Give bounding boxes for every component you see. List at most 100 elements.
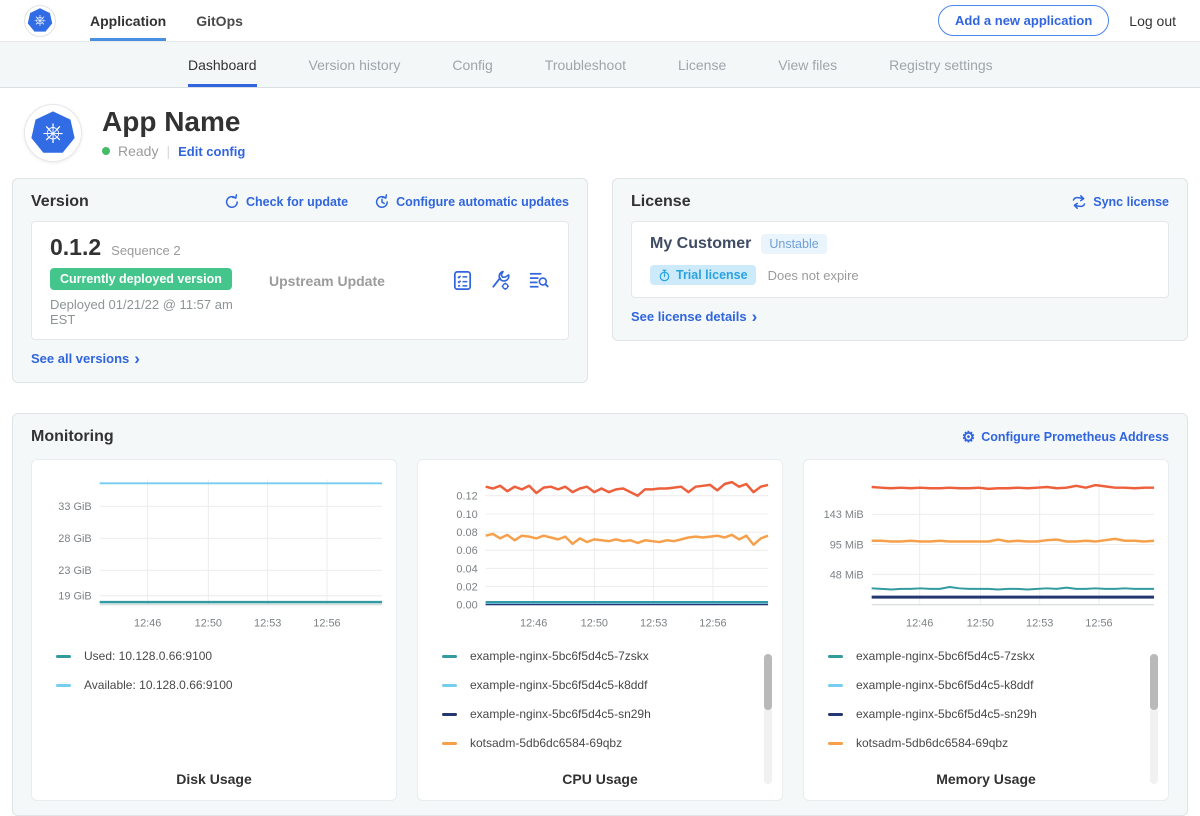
legend-item: kotsadm-5db6dc6584-69qbz <box>828 737 1160 749</box>
svg-text:23 GiB: 23 GiB <box>58 565 91 577</box>
tab-application[interactable]: Application <box>90 0 166 41</box>
config-wrench-icon[interactable] <box>489 269 512 292</box>
svg-text:12:53: 12:53 <box>1026 618 1053 630</box>
legend-swatch <box>442 713 457 716</box>
chevron-right-icon: › <box>134 352 140 366</box>
top-nav: ⎈ Application GitOps Add a new applicati… <box>0 0 1200 42</box>
disk-usage-chart-card: 12:4612:5012:5312:5619 GiB23 GiB28 GiB33… <box>31 459 397 801</box>
legend-item: example-nginx-5bc6f5d4c5-sn29h <box>828 708 1160 720</box>
tab-config[interactable]: Config <box>452 42 492 87</box>
tab-license[interactable]: License <box>678 42 726 87</box>
app-avatar: ⎈ <box>24 104 82 162</box>
kubernetes-helm-icon: ⎈ <box>27 8 53 34</box>
license-card: License Sync license My Customer Unstabl… <box>612 178 1188 341</box>
license-type-badge: Trial license <box>650 265 756 285</box>
svg-text:12:56: 12:56 <box>313 618 340 630</box>
tab-troubleshoot[interactable]: Troubleshoot <box>545 42 626 87</box>
svg-text:0.10: 0.10 <box>456 509 477 521</box>
check-for-update-link[interactable]: Check for update <box>224 194 348 210</box>
logout-button[interactable]: Log out <box>1129 13 1176 29</box>
svg-text:0.04: 0.04 <box>456 563 477 575</box>
divider: | <box>166 143 170 159</box>
disk-usage-legend: Used: 10.128.0.66:9100 Available: 10.128… <box>56 650 388 691</box>
svg-text:48 MiB: 48 MiB <box>830 569 864 581</box>
gear-icon: ⚙ <box>962 430 975 445</box>
legend-swatch <box>56 655 71 658</box>
legend-item: example-nginx-5bc6f5d4c5-7zskx <box>442 650 774 662</box>
legend-item: kotsadm-5db6dc6584-69qbz <box>442 737 774 749</box>
disk-usage-chart: 12:4612:5012:5312:5619 GiB23 GiB28 GiB33… <box>40 470 388 640</box>
monitoring-title: Monitoring <box>31 428 936 446</box>
topnav-tabs: Application GitOps <box>90 0 243 41</box>
version-card: Version Check for update Configure autom… <box>12 178 588 383</box>
stopwatch-icon <box>658 269 671 282</box>
kubernetes-helm-icon: ⎈ <box>30 110 76 156</box>
svg-text:12:46: 12:46 <box>520 618 547 630</box>
tab-gitops[interactable]: GitOps <box>196 0 243 41</box>
cpu-usage-legend: example-nginx-5bc6f5d4c5-7zskx example-n… <box>442 650 774 749</box>
svg-text:12:46: 12:46 <box>134 618 161 630</box>
monitoring-section: Monitoring ⚙ Configure Prometheus Addres… <box>12 413 1188 816</box>
svg-text:12:46: 12:46 <box>906 618 933 630</box>
add-application-button[interactable]: Add a new application <box>938 5 1109 36</box>
tab-view-files[interactable]: View files <box>778 42 837 87</box>
refresh-icon <box>224 194 240 210</box>
see-all-versions-link[interactable]: See all versions › <box>31 351 140 366</box>
tab-version-history[interactable]: Version history <box>309 42 401 87</box>
legend-swatch <box>828 742 843 745</box>
svg-text:95 MiB: 95 MiB <box>830 540 864 552</box>
legend-item: example-nginx-5bc6f5d4c5-sn29h <box>442 708 774 720</box>
edit-config-link[interactable]: Edit config <box>178 144 245 159</box>
app-subnav: Dashboard Version history Config Trouble… <box>0 42 1200 88</box>
svg-text:12:50: 12:50 <box>195 618 222 630</box>
legend-item: example-nginx-5bc6f5d4c5-k8ddf <box>442 679 774 691</box>
legend-item: example-nginx-5bc6f5d4c5-k8ddf <box>828 679 1160 691</box>
cpu-usage-chart: 12:4612:5012:5312:560.000.020.040.060.08… <box>426 470 774 640</box>
currently-deployed-badge: Currently deployed version <box>50 268 232 290</box>
svg-text:0.00: 0.00 <box>456 600 477 612</box>
svg-text:0.06: 0.06 <box>456 545 477 557</box>
license-summary: My Customer Unstable Trial license Does … <box>631 221 1169 298</box>
channel-badge: Unstable <box>761 234 826 254</box>
svg-text:0.02: 0.02 <box>456 581 477 593</box>
sync-arrows-icon <box>1071 194 1087 210</box>
tab-dashboard[interactable]: Dashboard <box>188 42 257 87</box>
svg-text:12:56: 12:56 <box>1085 618 1112 630</box>
see-license-details-link[interactable]: See license details › <box>631 309 757 324</box>
deployed-timestamp: Deployed 01/21/22 @ 11:57 am EST <box>50 297 255 327</box>
memory-usage-legend: example-nginx-5bc6f5d4c5-7zskx example-n… <box>828 650 1160 749</box>
status-text: Ready <box>118 143 158 159</box>
legend-swatch <box>442 742 457 745</box>
memory-usage-chart-card: 12:4612:5012:5312:5648 MiB95 MiB143 MiB … <box>803 459 1169 801</box>
legend-swatch <box>828 713 843 716</box>
legend-scrollbar[interactable] <box>764 654 772 784</box>
svg-text:12:50: 12:50 <box>967 618 994 630</box>
expiry-text: Does not expire <box>768 268 859 283</box>
sync-license-link[interactable]: Sync license <box>1071 194 1169 210</box>
version-card-title: Version <box>31 193 198 211</box>
svg-text:19 GiB: 19 GiB <box>58 591 91 603</box>
current-version-row: 0.1.2 Sequence 2 Currently deployed vers… <box>31 221 569 340</box>
svg-text:12:50: 12:50 <box>581 618 608 630</box>
configure-automatic-updates-link[interactable]: Configure automatic updates <box>374 194 569 210</box>
preflight-checks-icon[interactable] <box>451 269 474 292</box>
cpu-usage-chart-card: 12:4612:5012:5312:560.000.020.040.060.08… <box>417 459 783 801</box>
deploy-logs-icon[interactable] <box>527 269 550 292</box>
legend-swatch <box>828 684 843 687</box>
configure-prometheus-link[interactable]: ⚙ Configure Prometheus Address <box>962 430 1169 445</box>
legend-item: Available: 10.128.0.66:9100 <box>56 679 388 691</box>
chart-title: Memory Usage <box>804 771 1168 787</box>
svg-text:12:53: 12:53 <box>640 618 667 630</box>
legend-swatch <box>56 684 71 687</box>
legend-scrollbar[interactable] <box>1150 654 1158 784</box>
svg-text:28 GiB: 28 GiB <box>58 533 91 545</box>
page-title: App Name <box>102 107 245 136</box>
customer-name: My Customer <box>650 235 751 253</box>
svg-text:12:56: 12:56 <box>699 618 726 630</box>
chart-title: CPU Usage <box>418 771 782 787</box>
memory-usage-chart: 12:4612:5012:5312:5648 MiB95 MiB143 MiB <box>812 470 1160 640</box>
tab-registry-settings[interactable]: Registry settings <box>889 42 992 87</box>
legend-scrollbar-thumb[interactable] <box>764 654 772 710</box>
legend-scrollbar-thumb[interactable] <box>1150 654 1158 710</box>
release-type-label: Upstream Update <box>255 273 451 289</box>
